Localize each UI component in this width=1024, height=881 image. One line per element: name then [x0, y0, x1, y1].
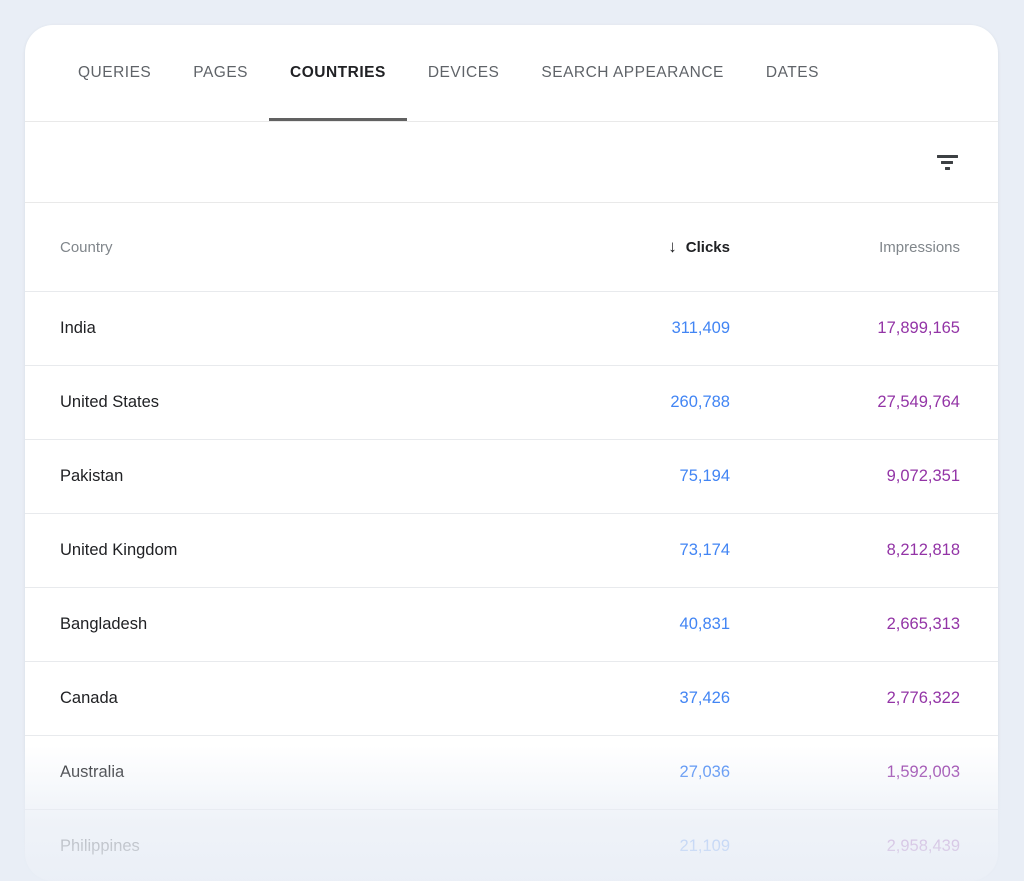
table-row[interactable]: Philippines 21,109 2,958,439	[25, 809, 998, 881]
impressions-cell: 2,958,439	[730, 837, 960, 856]
table-row[interactable]: Pakistan 75,194 9,072,351	[25, 439, 998, 513]
column-header-impressions[interactable]: Impressions	[730, 239, 960, 256]
clicks-cell: 75,194	[590, 467, 730, 486]
table-row[interactable]: Bangladesh 40,831 2,665,313	[25, 587, 998, 661]
page-background: QUERIES PAGES COUNTRIES DEVICES SEARCH A…	[0, 0, 1024, 881]
sort-descending-icon: ↓	[668, 237, 677, 257]
tab-countries[interactable]: COUNTRIES	[269, 25, 407, 121]
tab-pages[interactable]: PAGES	[172, 25, 269, 121]
table-row[interactable]: Canada 37,426 2,776,322	[25, 661, 998, 735]
table-toolbar	[25, 122, 998, 203]
tab-devices[interactable]: DEVICES	[407, 25, 521, 121]
impressions-cell: 1,592,003	[730, 763, 960, 782]
tab-search-appearance[interactable]: SEARCH APPEARANCE	[520, 25, 745, 121]
table-row[interactable]: India 311,409 17,899,165	[25, 291, 998, 365]
dimension-tab-bar: QUERIES PAGES COUNTRIES DEVICES SEARCH A…	[25, 25, 998, 122]
country-cell: United States	[60, 393, 590, 412]
tab-queries[interactable]: QUERIES	[57, 25, 172, 121]
clicks-cell: 73,174	[590, 541, 730, 560]
clicks-cell: 40,831	[590, 615, 730, 634]
table-row[interactable]: United Kingdom 73,174 8,212,818	[25, 513, 998, 587]
clicks-header-label: Clicks	[686, 239, 730, 256]
country-cell: Pakistan	[60, 467, 590, 486]
clicks-cell: 260,788	[590, 393, 730, 412]
column-header-clicks[interactable]: ↓ Clicks	[590, 237, 730, 257]
column-header-country[interactable]: Country	[60, 239, 590, 256]
impressions-cell: 9,072,351	[730, 467, 960, 486]
filter-button[interactable]	[926, 141, 968, 183]
performance-report-card: QUERIES PAGES COUNTRIES DEVICES SEARCH A…	[25, 25, 998, 881]
country-cell: India	[60, 319, 590, 338]
impressions-cell: 27,549,764	[730, 393, 960, 412]
table-header-row: Country ↓ Clicks Impressions	[25, 203, 998, 291]
tab-dates[interactable]: DATES	[745, 25, 840, 121]
impressions-cell: 2,665,313	[730, 615, 960, 634]
clicks-cell: 37,426	[590, 689, 730, 708]
impressions-cell: 17,899,165	[730, 319, 960, 338]
country-cell: Bangladesh	[60, 615, 590, 634]
table-row[interactable]: United States 260,788 27,549,764	[25, 365, 998, 439]
country-cell: Australia	[60, 763, 590, 782]
country-cell: United Kingdom	[60, 541, 590, 560]
clicks-cell: 21,109	[590, 837, 730, 856]
impressions-cell: 2,776,322	[730, 689, 960, 708]
country-cell: Philippines	[60, 837, 590, 856]
filter-funnel-icon	[937, 153, 958, 171]
clicks-cell: 27,036	[590, 763, 730, 782]
clicks-cell: 311,409	[590, 319, 730, 338]
impressions-cell: 8,212,818	[730, 541, 960, 560]
table-row[interactable]: Australia 27,036 1,592,003	[25, 735, 998, 809]
country-cell: Canada	[60, 689, 590, 708]
